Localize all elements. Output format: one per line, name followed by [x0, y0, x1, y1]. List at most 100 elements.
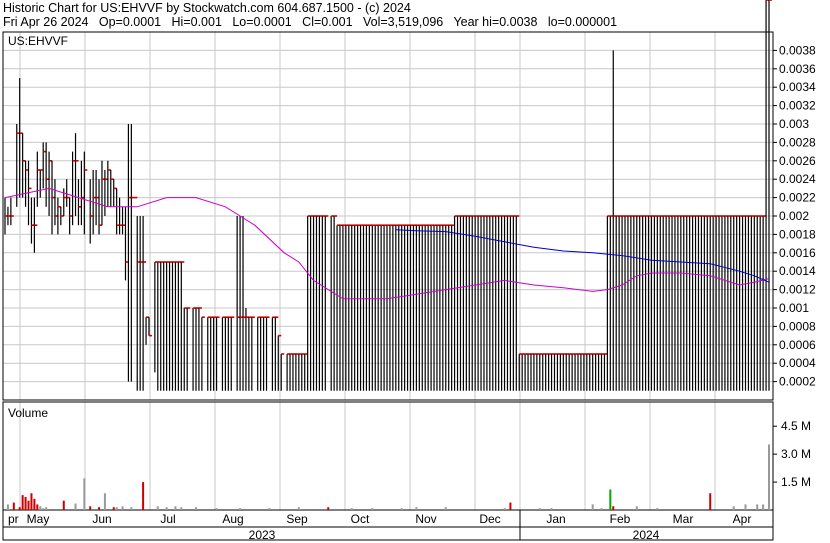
volume-bar [732, 506, 735, 510]
volume-bar [239, 508, 242, 510]
month-label: Sep [286, 512, 308, 526]
volume-bar [215, 508, 218, 510]
volume-bar [762, 504, 765, 510]
volume-bars [6, 444, 770, 510]
month-label: pr [8, 512, 19, 526]
volume-bar [174, 506, 177, 510]
volume-bar [156, 506, 159, 510]
month-label: May [27, 512, 50, 526]
y-tick-label: 0.0008 [779, 319, 816, 333]
y-tick-label: 0.0006 [779, 338, 816, 352]
volume-bar [415, 507, 418, 510]
volume-bar [30, 493, 33, 510]
volume-bar [6, 504, 9, 510]
volume-bar [538, 508, 541, 510]
volume-bar [503, 508, 506, 510]
y-tick-label: 0.0026 [779, 154, 816, 168]
volume-y-axis: 4.5 M 3.0 M 1.5 M [773, 419, 811, 489]
y-tick-label: 0.0028 [779, 135, 816, 149]
volume-bar [24, 496, 27, 510]
y-tick-label: 0.0016 [779, 246, 816, 260]
volume-bar [268, 508, 271, 510]
year-label: 2023 [249, 528, 276, 542]
year-labels: 2023 2024 [3, 510, 773, 542]
volume-bar [103, 493, 106, 510]
ohlc-bars [4, 0, 772, 391]
volume-bar [195, 507, 197, 510]
month-labels: pr May Jun Jul Aug Sep Oct Nov Dec Jan Feb Mar Apr [8, 512, 751, 526]
y-tick-label: 0.0002 [779, 375, 816, 389]
y-tick-label: 0.0034 [779, 80, 816, 94]
volume-bar [444, 507, 447, 510]
y-tick-label: 0.0012 [779, 283, 816, 297]
y-tick-label: 0.0004 [779, 356, 816, 370]
volume-bar [39, 506, 42, 510]
volume-bar [83, 478, 86, 510]
month-label: Oct [351, 512, 370, 526]
volume-bar [21, 495, 24, 510]
volume-bar [42, 508, 45, 510]
volume-bar [297, 507, 300, 510]
volume-bar [62, 500, 65, 510]
year-label: 2024 [633, 528, 660, 542]
y-tick-label: 0.0024 [779, 172, 816, 186]
volume-bar [744, 504, 747, 510]
month-label: Jun [92, 512, 111, 526]
volume-bar [115, 507, 118, 510]
y-tick-label: 0.0032 [779, 99, 816, 113]
volume-bar [74, 503, 77, 510]
month-label: Jan [546, 512, 565, 526]
month-label: Apr [733, 512, 752, 526]
y-tick-label: 0.003 [779, 117, 809, 131]
volume-tick-label: 1.5 M [781, 475, 811, 489]
volume-bar [591, 504, 594, 510]
volume-bar [756, 504, 759, 510]
volume-bar [600, 508, 603, 510]
y-tick-label: 0.001 [779, 301, 809, 315]
volume-bar [709, 493, 712, 510]
volume-panel-frame [2, 401, 774, 511]
volume-bar [33, 498, 36, 510]
month-label: Aug [222, 512, 243, 526]
volume-bar [130, 507, 133, 510]
month-label: Jul [160, 512, 175, 526]
price-volume-chart: US:EHVVF Volume 0.00380.00360.00340.0032… [2, 0, 816, 542]
volume-bar [36, 504, 39, 510]
volume-bar [327, 507, 330, 510]
volume-bar [180, 507, 183, 510]
month-label: Nov [415, 512, 436, 526]
volume-panel-title: Volume [8, 406, 48, 420]
volume-bar [45, 507, 48, 510]
y-tick-label: 0.002 [779, 209, 809, 223]
volume-bar [89, 506, 92, 510]
volume-tick-label: 3.0 M [781, 447, 811, 461]
volume-bar [635, 506, 638, 510]
volume-bar [12, 502, 15, 510]
volume-bar [350, 508, 353, 510]
volume-tick-label: 4.5 M [781, 419, 811, 433]
volume-bar [656, 508, 659, 510]
y-tick-label: 0.0036 [779, 62, 816, 76]
month-label: Dec [479, 512, 500, 526]
price-y-axis: 0.0038 0.0036 0.0034 0.0032 0.003 0.0028 0.002… [773, 43, 816, 389]
volume-bar [165, 507, 168, 510]
volume-bar [18, 507, 21, 510]
volume-bar [121, 506, 124, 510]
volume-bar [142, 482, 145, 510]
volume-bar [609, 489, 612, 510]
volume-bar [612, 506, 615, 510]
volume-bar [371, 508, 374, 510]
volume-bar [27, 500, 30, 510]
y-tick-label: 0.0022 [779, 191, 816, 205]
volume-bar [509, 502, 512, 510]
volume-bar [550, 508, 553, 510]
volume-bar [400, 508, 403, 510]
y-tick-label: 0.0014 [779, 264, 816, 278]
volume-bar [768, 444, 770, 510]
month-label: Mar [673, 512, 694, 526]
y-tick-label: 0.0018 [779, 227, 816, 241]
y-tick-label: 0.0038 [779, 43, 816, 57]
volume-bar [98, 507, 101, 510]
month-label: Feb [610, 512, 631, 526]
volume-bar [112, 507, 115, 510]
